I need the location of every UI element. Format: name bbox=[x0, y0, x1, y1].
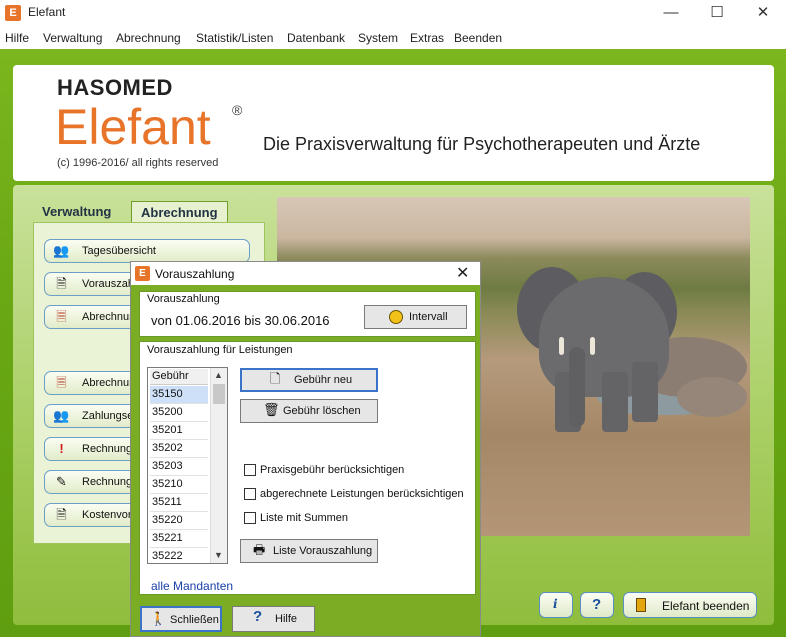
menu-abrechnung[interactable]: Abrechnung bbox=[116, 31, 181, 45]
checkbox-abgerechnete-label: abgerechnete Leistungen berücksichtigen bbox=[260, 488, 464, 500]
brand-logo: Elefant bbox=[55, 99, 211, 155]
list-item[interactable]: 35220 bbox=[150, 512, 208, 530]
exit-person-icon: 🚶 bbox=[150, 611, 167, 626]
schliessen-label: Schließen bbox=[170, 614, 219, 626]
tagline: Die Praxisverwaltung für Psychotherapeut… bbox=[263, 134, 701, 154]
exit-button[interactable]: Elefant beenden bbox=[623, 592, 757, 618]
sidebar-item-tagesuebersicht[interactable]: 👥 Tagesübersicht bbox=[44, 239, 250, 263]
delete-fee-button[interactable]: 🗑 Gebühr löschen bbox=[240, 399, 378, 423]
date-range: von 01.06.2016 bis 30.06.2016 bbox=[151, 313, 330, 328]
menu-system[interactable]: System bbox=[358, 31, 398, 45]
hilfe-label: Hilfe bbox=[275, 613, 298, 625]
dialog-titlebar: E Vorauszahlung ✕ bbox=[131, 262, 480, 285]
fee-list-scrollbar[interactable]: ▲ ▼ bbox=[210, 368, 227, 563]
clock-icon bbox=[389, 310, 403, 324]
registered-mark: ® bbox=[232, 102, 243, 118]
maximize-button[interactable]: ☐ bbox=[694, 0, 740, 27]
brand-hasomed: HASOMED bbox=[57, 75, 173, 100]
group-vorauszahlung-label: Vorauszahlung bbox=[147, 293, 220, 305]
pen-icon: ✎ bbox=[56, 474, 67, 489]
new-document-icon: 🗋 bbox=[270, 371, 281, 386]
close-window-button[interactable]: ✕ bbox=[740, 0, 786, 27]
checkbox-praxisgebuehr-label: Praxisgebühr berücksichtigen bbox=[260, 464, 405, 476]
new-fee-label: Gebühr neu bbox=[294, 374, 353, 386]
interval-label: Intervall bbox=[409, 311, 448, 323]
tab-abrechnung[interactable]: Abrechnung bbox=[131, 201, 228, 223]
users-icon: 👥 bbox=[53, 408, 70, 423]
scroll-up-icon[interactable]: ▲ bbox=[214, 370, 223, 380]
dialog-app-icon: E bbox=[135, 266, 150, 281]
menu-statistik[interactable]: Statistik/Listen bbox=[196, 31, 273, 45]
dialog-title: Vorauszahlung bbox=[155, 267, 235, 281]
all-clients-link[interactable]: alle Mandanten bbox=[151, 579, 233, 593]
list-item[interactable]: 35202 bbox=[150, 440, 208, 458]
delete-fee-label: Gebühr löschen bbox=[283, 405, 361, 417]
window-title: Elefant bbox=[28, 5, 66, 19]
tab-verwaltung[interactable]: Verwaltung bbox=[33, 201, 120, 223]
menu-extras[interactable]: Extras bbox=[410, 31, 444, 45]
document-icon: 🗎 bbox=[56, 507, 67, 522]
menu-datenbank[interactable]: Datenbank bbox=[287, 31, 345, 45]
help-icon: ? bbox=[253, 608, 263, 625]
hilfe-button[interactable]: ? Hilfe bbox=[232, 606, 315, 632]
info-button[interactable]: i bbox=[539, 592, 573, 618]
list-item[interactable]: 35211 bbox=[150, 494, 208, 512]
users-icon: 👥 bbox=[53, 243, 70, 258]
interval-button[interactable]: Intervall bbox=[364, 305, 467, 329]
scroll-down-icon[interactable]: ▼ bbox=[214, 550, 223, 560]
checkbox-summen-label: Liste mit Summen bbox=[260, 512, 349, 524]
exit-label: Elefant beenden bbox=[662, 599, 750, 613]
menu-bar: Hilfe Verwaltung Abrechnung Statistik/Li… bbox=[0, 27, 786, 49]
fee-list[interactable]: Gebühr 35150 35200 35201 35202 35203 352… bbox=[147, 367, 228, 564]
checkbox-abgerechnete[interactable] bbox=[244, 488, 256, 500]
schliessen-button[interactable]: 🚶 Schließen bbox=[140, 606, 222, 632]
printer-icon: 🖶 bbox=[253, 542, 266, 557]
invoice-icon: 🗏 bbox=[56, 375, 67, 390]
list-item[interactable]: 35222 bbox=[150, 548, 208, 563]
list-item[interactable]: 35203 bbox=[150, 458, 208, 476]
list-item[interactable]: 35150 bbox=[150, 386, 208, 404]
list-vorauszahlung-label: Liste Vorauszahlung bbox=[273, 545, 373, 557]
info-icon: i bbox=[553, 597, 558, 611]
sidebar-item-label: Tagesübersicht bbox=[82, 245, 156, 257]
copyright-text: (c) 1996-2016/ all rights reserved bbox=[57, 157, 219, 169]
list-item[interactable]: 35221 bbox=[150, 530, 208, 548]
app-icon: E bbox=[5, 5, 21, 21]
new-fee-button[interactable]: 🗋 Gebühr neu bbox=[240, 368, 378, 392]
sidebar-item-label: Rechnung bbox=[82, 443, 133, 455]
scroll-thumb[interactable] bbox=[213, 384, 225, 404]
checkbox-praxisgebuehr[interactable] bbox=[244, 464, 256, 476]
invoice-icon: 🗏 bbox=[56, 309, 67, 324]
list-item[interactable]: 35201 bbox=[150, 422, 208, 440]
sidebar-item-label: Rechnung bbox=[82, 476, 133, 488]
minimize-button[interactable]: — bbox=[648, 0, 694, 27]
menu-beenden[interactable]: Beenden bbox=[454, 31, 502, 45]
alert-icon: ! bbox=[59, 441, 64, 456]
help-icon: ? bbox=[592, 596, 602, 613]
window-titlebar: E Elefant — ☐ ✕ bbox=[0, 0, 786, 27]
exit-icon bbox=[636, 598, 646, 612]
checkbox-summen[interactable] bbox=[244, 512, 256, 524]
list-vorauszahlung-button[interactable]: 🖶 Liste Vorauszahlung bbox=[240, 539, 378, 563]
trash-icon: 🗑 bbox=[263, 402, 280, 417]
dialog-close-button[interactable]: ✕ bbox=[456, 263, 469, 283]
help-button[interactable]: ? bbox=[580, 592, 614, 618]
list-item[interactable]: 35200 bbox=[150, 404, 208, 422]
menu-verwaltung[interactable]: Verwaltung bbox=[43, 31, 102, 45]
group-leistungen-label: Vorauszahlung für Leistungen bbox=[147, 344, 293, 356]
document-icon: 🗎 bbox=[56, 276, 67, 291]
fee-list-header: Gebühr bbox=[150, 369, 208, 385]
list-item[interactable]: 35210 bbox=[150, 476, 208, 494]
menu-hilfe[interactable]: Hilfe bbox=[5, 31, 29, 45]
